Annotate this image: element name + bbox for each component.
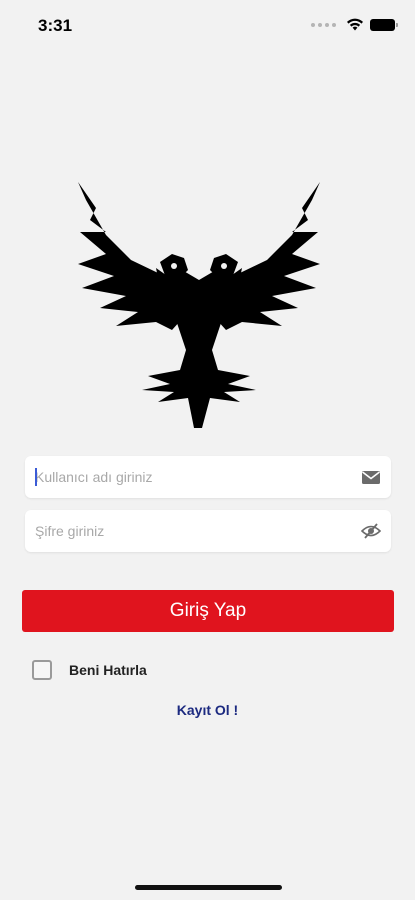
username-field[interactable] [25, 456, 391, 498]
remember-me[interactable]: Beni Hatırla [32, 660, 147, 680]
remember-label: Beni Hatırla [69, 662, 147, 678]
password-input[interactable] [35, 510, 355, 552]
eye-slash-icon[interactable] [361, 521, 381, 541]
status-icons [311, 18, 398, 31]
envelope-icon [362, 471, 380, 484]
battery-icon [370, 18, 398, 31]
text-caret [35, 468, 37, 486]
status-bar: 3:31 [0, 0, 415, 54]
dots-icon [311, 22, 336, 27]
remember-checkbox[interactable] [32, 660, 52, 680]
username-input[interactable] [35, 456, 355, 498]
wifi-icon [347, 18, 363, 31]
login-button[interactable]: Giriş Yap [22, 590, 394, 632]
register-link[interactable]: Kayıt Ol ! [0, 702, 415, 718]
double-headed-eagle-logo [78, 182, 320, 428]
status-time: 3:31 [38, 16, 73, 35]
password-field[interactable] [25, 510, 391, 552]
home-indicator[interactable] [135, 885, 282, 890]
